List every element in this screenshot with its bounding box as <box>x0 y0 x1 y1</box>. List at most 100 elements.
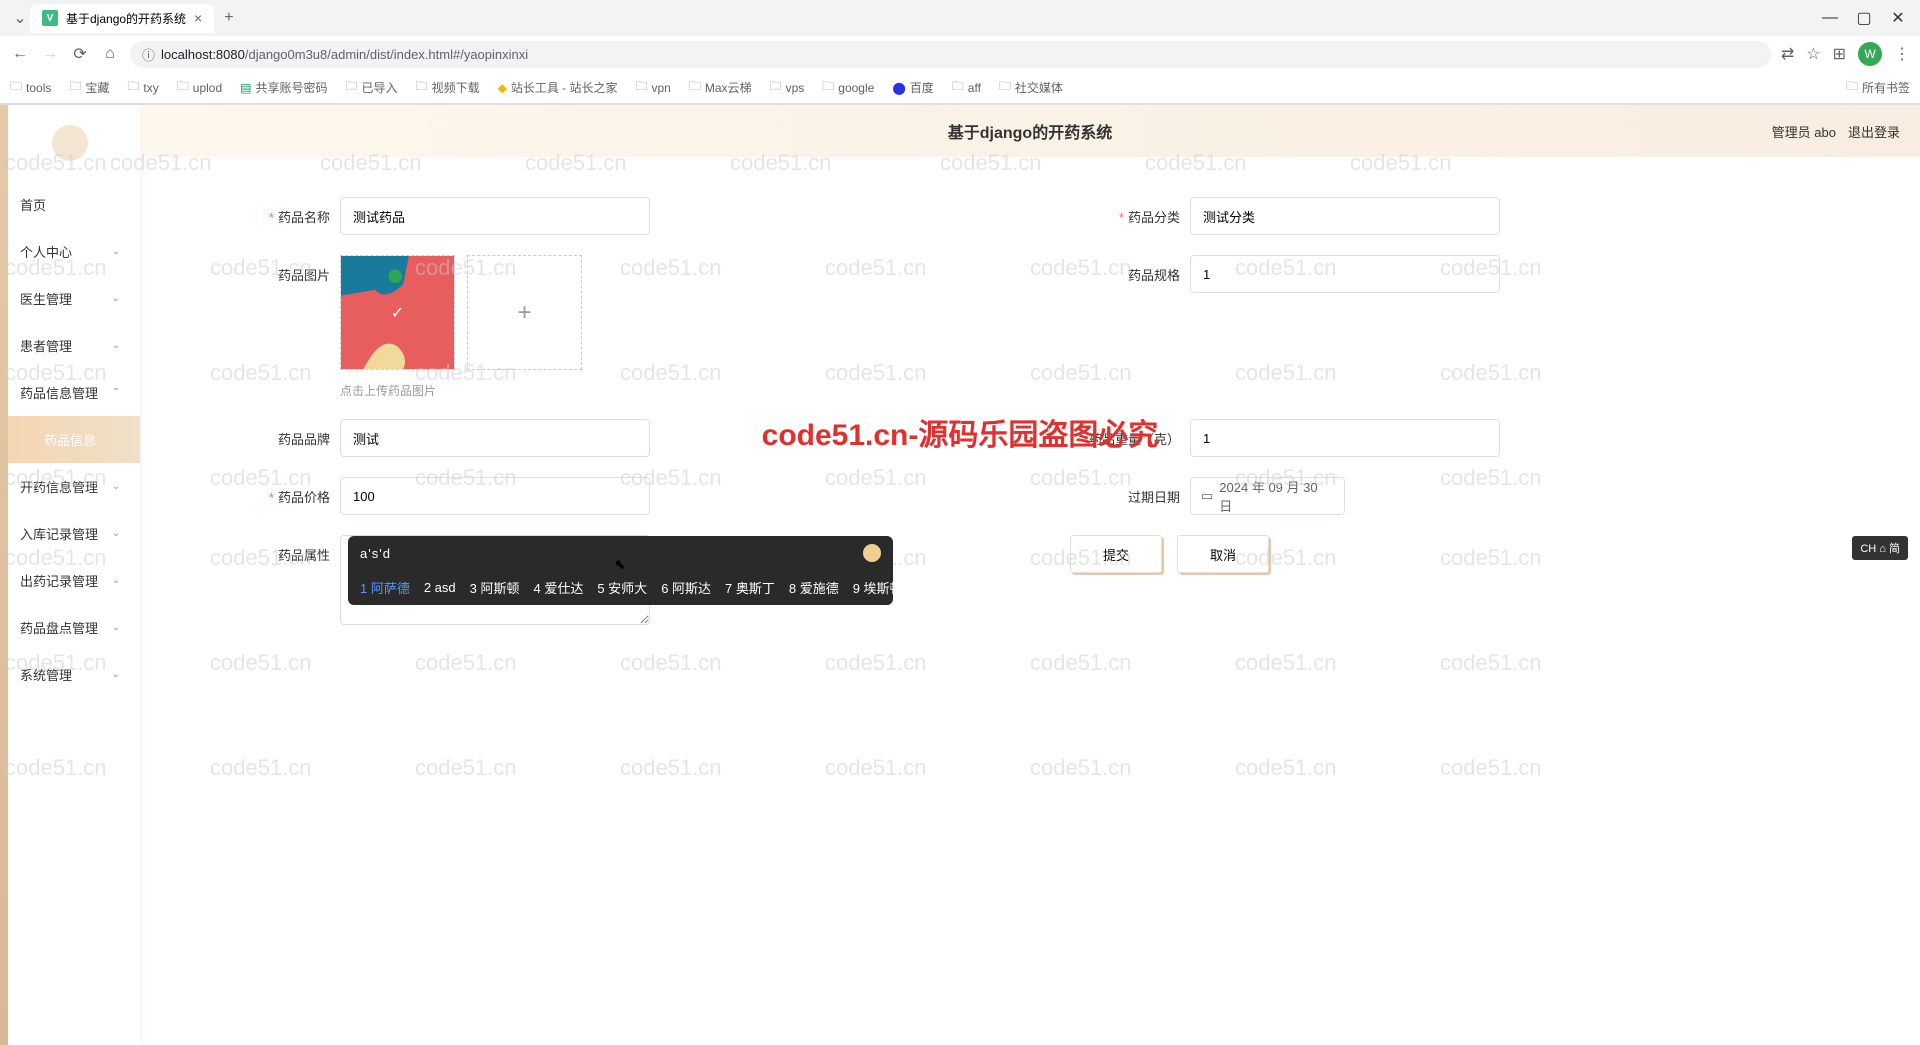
label-name: 药品名称 <box>220 197 330 226</box>
ime-candidate[interactable]: 4 爱仕达 <box>534 578 584 597</box>
label-brand: 药品品牌 <box>220 419 330 448</box>
input-spec[interactable] <box>1190 255 1500 293</box>
folder-icon: 🗀 <box>635 77 647 98</box>
close-icon[interactable]: × <box>194 10 202 26</box>
app-title: 基于django的开药系统 <box>948 119 1112 143</box>
chevron-down-icon: ⌄ <box>112 481 120 492</box>
ime-candidate[interactable]: 6 阿斯达 <box>661 578 711 597</box>
input-expire[interactable]: ▭ 2024 年 09 月 30 日 <box>1190 477 1345 515</box>
menu-inventory[interactable]: 药品盘点管理⌄ <box>0 604 140 651</box>
bookmark-item[interactable]: ▤共享账号密码 <box>240 79 327 96</box>
menu-drug-info[interactable]: 药品信息管理⌃ <box>0 369 140 416</box>
folder-icon: 🗀 <box>346 77 358 98</box>
reload-icon[interactable]: ⟳ <box>70 44 90 64</box>
new-tab-button[interactable]: + <box>214 3 243 33</box>
minimize-icon[interactable]: — <box>1823 11 1837 25</box>
input-price[interactable] <box>340 477 650 515</box>
ime-candidate[interactable]: 7 奥斯丁 <box>725 578 775 597</box>
chevron-down-icon: ⌄ <box>112 575 120 586</box>
label-price: 药品价格 <box>220 477 330 506</box>
chevron-up-icon: ⌃ <box>112 387 120 398</box>
ime-candidate[interactable]: 3 阿斯顿 <box>470 578 520 597</box>
chevron-down-icon: ⌄ <box>112 293 120 304</box>
input-weight[interactable] <box>1190 419 1500 457</box>
label-spec: 药品规格 <box>1070 255 1180 284</box>
sidebar-accent <box>0 105 8 1045</box>
close-window-icon[interactable]: ✕ <box>1891 11 1905 25</box>
bookmarks-bar: 🗀tools 🗀宝藏 🗀txy 🗀uplod ▤共享账号密码 🗀已导入 🗀视频下… <box>0 72 1920 104</box>
bookmark-item[interactable]: 🗀uplod <box>177 77 222 98</box>
folder-icon: 🗀 <box>69 77 81 98</box>
cancel-button[interactable]: 取消 <box>1177 535 1269 573</box>
label-attr: 药品属性 <box>220 535 330 564</box>
profile-avatar[interactable]: W <box>1858 42 1882 66</box>
ime-candidate[interactable]: 1 阿萨德 <box>360 578 410 597</box>
menu-personal[interactable]: 个人中心⌄ <box>0 228 140 275</box>
menu-patient[interactable]: 患者管理⌄ <box>0 322 140 369</box>
url-input[interactable]: ⓘ localhost:8080/django0m3u8/admin/dist/… <box>130 41 1771 68</box>
folder-icon: 🗀 <box>770 77 782 98</box>
bookmark-item[interactable]: 🗀vps <box>770 77 805 98</box>
folder-icon: 🗀 <box>416 77 428 98</box>
ime-candidates: 1 阿萨德 2 asd 3 阿斯顿 4 爱仕达 5 安师大 6 阿斯达 7 奥斯… <box>348 570 893 605</box>
ime-candidate[interactable]: 9 埃斯顿 <box>853 578 903 597</box>
bookmark-item[interactable]: 🗀tools <box>10 77 51 98</box>
ime-badge-icon <box>863 544 881 562</box>
address-bar: ← → ⟳ ⌂ ⓘ localhost:8080/django0m3u8/adm… <box>0 36 1920 72</box>
menu-drug-info-sub[interactable]: 药品信息 <box>0 416 140 463</box>
home-icon[interactable]: ⌂ <box>100 45 120 63</box>
ime-candidate[interactable]: 2 asd <box>424 580 456 595</box>
all-bookmarks[interactable]: 🗀所有书签 <box>1846 77 1910 98</box>
ime-candidate[interactable]: 8 爱施德 <box>789 578 839 597</box>
tab-dropdown-icon[interactable]: ⌄ <box>10 8 30 28</box>
menu-stock-in[interactable]: 入库记录管理⌄ <box>0 510 140 557</box>
menu-system[interactable]: 系统管理⌄ <box>0 651 140 698</box>
bookmark-icon[interactable]: ☆ <box>1806 44 1820 64</box>
bookmark-item[interactable]: 🗀vpn <box>635 77 670 98</box>
lang-badge[interactable]: CH ⌂ 简 <box>1852 536 1908 560</box>
extensions-icon[interactable]: ⊞ <box>1833 44 1846 64</box>
label-category: 药品分类 <box>1070 197 1180 226</box>
maximize-icon[interactable]: ▢ <box>1857 11 1871 25</box>
logout-link[interactable]: 退出登录 <box>1848 122 1900 141</box>
user-label[interactable]: 管理员 abo <box>1772 122 1836 141</box>
bookmark-item[interactable]: 🗀视频下载 <box>416 77 480 98</box>
input-name[interactable] <box>340 197 650 235</box>
browser-chrome: ⌄ V 基于django的开药系统 × + — ▢ ✕ ← → ⟳ ⌂ ⓘ lo… <box>0 0 1920 105</box>
bookmark-item[interactable]: ◆站长工具 - 站长之家 <box>498 79 618 96</box>
bookmark-item[interactable]: 🗀aff <box>952 77 981 98</box>
upload-preview[interactable]: ✓ <box>340 255 455 370</box>
translate-icon[interactable]: ⇄ <box>1781 44 1794 64</box>
label-image: 药品图片 <box>220 255 330 284</box>
bookmark-item[interactable]: 🗀Max云梯 <box>689 77 752 98</box>
bookmark-item[interactable]: 🗀txy <box>127 77 158 98</box>
folder-icon: 🗀 <box>1846 77 1858 98</box>
bookmark-item[interactable]: 🗀社交媒体 <box>999 77 1063 98</box>
browser-tab[interactable]: V 基于django的开药系统 × <box>30 4 214 33</box>
upload-add-button[interactable]: + <box>467 255 582 370</box>
input-category[interactable] <box>1190 197 1500 235</box>
input-brand[interactable] <box>340 419 650 457</box>
submit-button[interactable]: 提交 <box>1070 535 1162 573</box>
chevron-down-icon: ⌄ <box>112 528 120 539</box>
chevron-down-icon: ⌄ <box>112 669 120 680</box>
ime-nav[interactable]: ◂▸ ▾ <box>917 580 940 596</box>
bookmark-item[interactable]: 🗀已导入 <box>346 77 398 98</box>
bookmark-item[interactable]: 🗀google <box>822 77 874 98</box>
bookmark-item[interactable]: ⬤百度 <box>892 79 933 96</box>
site-info-icon[interactable]: ⓘ <box>142 45 155 64</box>
ime-input-text: a's'd <box>360 546 391 561</box>
favicon-icon: V <box>42 10 58 26</box>
menu-doctor[interactable]: 医生管理⌄ <box>0 275 140 322</box>
upload-hint: 点击上传药品图片 <box>340 382 582 399</box>
menu-stock-out[interactable]: 出药记录管理⌄ <box>0 557 140 604</box>
bookmark-item[interactable]: 🗀宝藏 <box>69 77 109 98</box>
menu-icon[interactable]: ⋮ <box>1894 44 1910 64</box>
folder-icon: 🗀 <box>177 77 189 98</box>
back-icon[interactable]: ← <box>10 45 30 63</box>
ime-candidate[interactable]: 5 安师大 <box>597 578 647 597</box>
menu-prescription[interactable]: 开药信息管理⌄ <box>0 463 140 510</box>
url-host: localhost:8080 <box>161 47 245 62</box>
folder-icon: 🗀 <box>822 77 834 98</box>
menu-home[interactable]: 首页 <box>0 181 140 228</box>
